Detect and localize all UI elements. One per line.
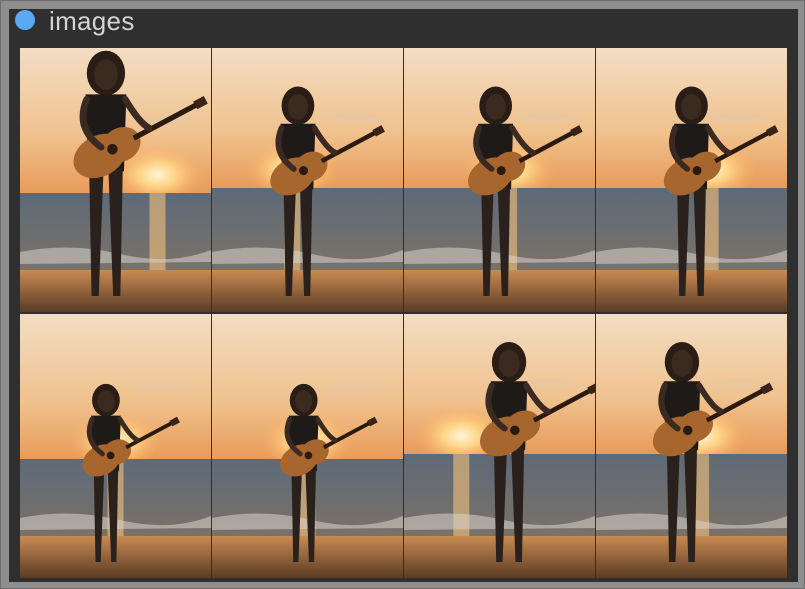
image-tile-4[interactable] [596,48,787,312]
beach-guitar-photo [596,314,787,578]
image-tile-3[interactable] [404,48,595,312]
window-title: images [49,6,135,36]
title-bar: images [9,6,798,45]
image-gallery [9,45,798,582]
beach-guitar-photo [404,48,595,312]
beach-guitar-photo [212,48,403,312]
image-viewer-window: images [0,0,805,589]
status-dot-icon [15,10,35,30]
image-tile-7[interactable] [404,314,595,578]
image-tile-2[interactable] [212,48,403,312]
image-tile-6[interactable] [212,314,403,578]
beach-guitar-photo [20,314,211,578]
beach-guitar-photo [212,314,403,578]
beach-guitar-photo [596,48,787,312]
image-tile-5[interactable] [20,314,211,578]
beach-guitar-photo [404,314,595,578]
image-tile-1[interactable] [20,48,211,312]
image-tile-8[interactable] [596,314,787,578]
beach-guitar-photo [20,48,211,312]
